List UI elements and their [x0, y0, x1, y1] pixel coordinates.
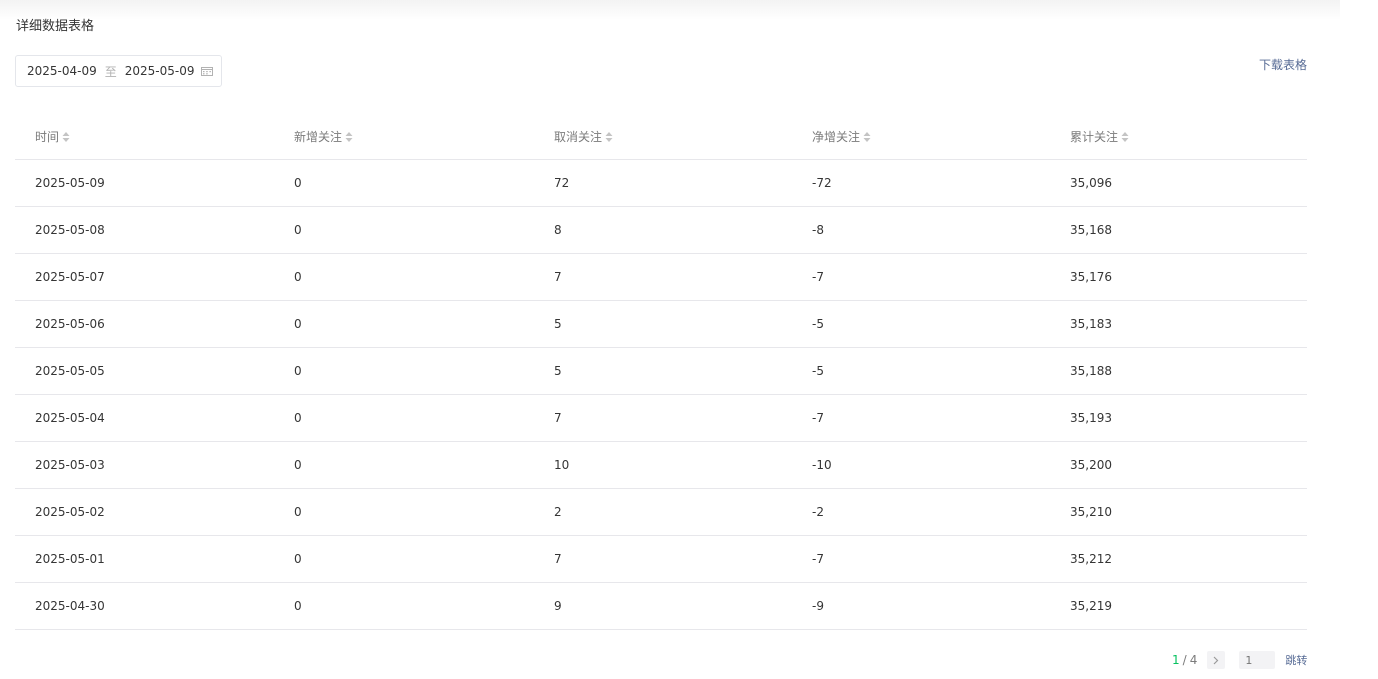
- jump-button[interactable]: 跳转: [1285, 652, 1307, 668]
- table-row: 2025-05-03 0 10 -10 35,200: [15, 441, 1307, 489]
- table-row: 2025-05-01 0 7 -7 35,212: [15, 535, 1307, 583]
- cell-total-follows: 35,193: [1048, 394, 1307, 442]
- table-row: 2025-05-09 0 72 -72 35,096: [15, 159, 1307, 207]
- table-row: 2025-05-04 0 7 -7 35,193: [15, 394, 1307, 442]
- cell-unfollows: 7: [532, 535, 790, 583]
- date-range-picker[interactable]: 2025-04-09 至 2025-05-09: [15, 55, 222, 87]
- date-start: 2025-04-09: [27, 64, 97, 78]
- cell-net-follows: -9: [790, 582, 1048, 630]
- cell-new-follows: 0: [273, 206, 532, 254]
- cell-time: 2025-05-01: [15, 535, 273, 583]
- cell-unfollows: 8: [532, 206, 790, 254]
- section-title: 详细数据表格: [16, 19, 95, 34]
- cell-time: 2025-05-09: [15, 159, 273, 207]
- cell-total-follows: 35,200: [1048, 441, 1307, 489]
- next-page-button[interactable]: [1207, 651, 1226, 669]
- column-header-label: 时间: [35, 130, 60, 144]
- cell-time: 2025-05-07: [15, 253, 273, 301]
- cell-time: 2025-05-03: [15, 441, 273, 489]
- cell-time: 2025-05-06: [15, 300, 273, 348]
- page-separator: /: [1182, 653, 1187, 667]
- cell-new-follows: 0: [273, 582, 532, 630]
- cell-net-follows: -72: [790, 159, 1048, 207]
- column-header-label: 新增关注: [294, 130, 343, 144]
- cell-total-follows: 35,219: [1048, 582, 1307, 630]
- cell-total-follows: 35,183: [1048, 300, 1307, 348]
- cell-unfollows: 7: [532, 394, 790, 442]
- cell-new-follows: 0: [273, 253, 532, 301]
- total-pages: 4: [1189, 653, 1198, 667]
- sort-icon[interactable]: [1121, 131, 1129, 143]
- column-header-label: 取消关注: [554, 130, 603, 144]
- cell-time: 2025-04-30: [15, 582, 273, 630]
- cell-new-follows: 0: [273, 300, 532, 348]
- cell-net-follows: -8: [790, 206, 1048, 254]
- column-header-net-follows[interactable]: 净增关注: [790, 114, 1048, 160]
- cell-unfollows: 9: [532, 582, 790, 630]
- cell-new-follows: 0: [273, 488, 532, 536]
- cell-unfollows: 5: [532, 300, 790, 348]
- cell-time: 2025-05-05: [15, 347, 273, 395]
- data-table: 时间 新增关注 取消关注 净增关注 累计关注 2025-05-09 0 72 -…: [15, 114, 1307, 630]
- cell-net-follows: -7: [790, 394, 1048, 442]
- cell-new-follows: 0: [273, 347, 532, 395]
- sort-icon[interactable]: [345, 131, 353, 143]
- cell-net-follows: -7: [790, 253, 1048, 301]
- cell-unfollows: 72: [532, 159, 790, 207]
- table-row: 2025-05-08 0 8 -8 35,168: [15, 206, 1307, 254]
- cell-total-follows: 35,168: [1048, 206, 1307, 254]
- cell-total-follows: 35,210: [1048, 488, 1307, 536]
- sort-icon[interactable]: [863, 131, 871, 143]
- cell-time: 2025-05-02: [15, 488, 273, 536]
- date-separator: 至: [104, 64, 117, 79]
- date-end: 2025-05-09: [124, 64, 195, 78]
- table-row: 2025-05-07 0 7 -7 35,176: [15, 253, 1307, 301]
- current-page: 1: [1172, 653, 1180, 667]
- table-row: 2025-05-05 0 5 -5 35,188: [15, 347, 1307, 395]
- download-table-link[interactable]: 下载表格: [1259, 57, 1307, 73]
- cell-time: 2025-05-04: [15, 394, 273, 442]
- cell-unfollows: 7: [532, 253, 790, 301]
- cell-net-follows: -10: [790, 441, 1048, 489]
- column-header-total-follows[interactable]: 累计关注: [1048, 114, 1307, 160]
- sort-icon[interactable]: [62, 131, 70, 143]
- cell-total-follows: 35,188: [1048, 347, 1307, 395]
- table-row: 2025-04-30 0 9 -9 35,219: [15, 582, 1307, 630]
- cell-new-follows: 0: [273, 394, 532, 442]
- cell-unfollows: 5: [532, 347, 790, 395]
- cell-total-follows: 35,096: [1048, 159, 1307, 207]
- top-shadow: [0, 0, 1340, 20]
- column-header-time[interactable]: 时间: [15, 114, 273, 160]
- cell-unfollows: 10: [532, 441, 790, 489]
- cell-total-follows: 35,176: [1048, 253, 1307, 301]
- sort-icon[interactable]: [605, 131, 613, 143]
- calendar-icon: [201, 67, 213, 76]
- column-header-unfollows[interactable]: 取消关注: [532, 114, 790, 160]
- table-header-row: 时间 新增关注 取消关注 净增关注 累计关注: [15, 114, 1307, 160]
- chevron-right-icon: [1213, 656, 1219, 664]
- cell-net-follows: -7: [790, 535, 1048, 583]
- cell-time: 2025-05-08: [15, 206, 273, 254]
- column-header-new-follows[interactable]: 新增关注: [273, 114, 532, 160]
- table-row: 2025-05-06 0 5 -5 35,183: [15, 300, 1307, 348]
- cell-new-follows: 0: [273, 535, 532, 583]
- cell-unfollows: 2: [532, 488, 790, 536]
- page-jump-input[interactable]: [1239, 651, 1276, 669]
- cell-net-follows: -2: [790, 488, 1048, 536]
- cell-new-follows: 0: [273, 159, 532, 207]
- column-header-label: 累计关注: [1070, 130, 1119, 144]
- cell-total-follows: 35,212: [1048, 535, 1307, 583]
- pagination: 1 / 4 跳转: [1172, 650, 1307, 670]
- cell-net-follows: -5: [790, 347, 1048, 395]
- cell-net-follows: -5: [790, 300, 1048, 348]
- cell-new-follows: 0: [273, 441, 532, 489]
- column-header-label: 净增关注: [812, 130, 861, 144]
- table-row: 2025-05-02 0 2 -2 35,210: [15, 488, 1307, 536]
